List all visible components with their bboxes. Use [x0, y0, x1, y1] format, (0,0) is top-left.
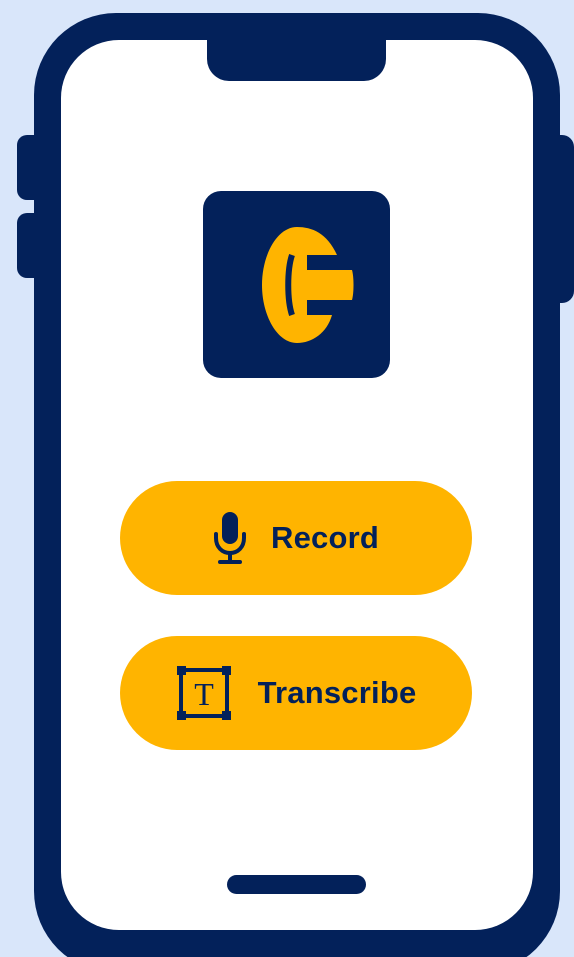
record-button[interactable]: Record: [120, 481, 472, 595]
g-logo-icon: [261, 226, 353, 343]
app-logo: [203, 191, 390, 378]
transcribe-label: Transcribe: [257, 675, 417, 710]
phone-notch: [207, 35, 386, 81]
text-box-icon-letter: T: [194, 676, 214, 712]
transcribe-button[interactable]: T Transcribe: [120, 636, 472, 750]
text-box-icon: T: [176, 665, 232, 721]
microphone-icon: [213, 510, 247, 566]
record-label: Record: [270, 520, 379, 555]
illustration-stage: Record T Transcribe: [0, 0, 574, 957]
home-indicator[interactable]: [227, 875, 366, 894]
